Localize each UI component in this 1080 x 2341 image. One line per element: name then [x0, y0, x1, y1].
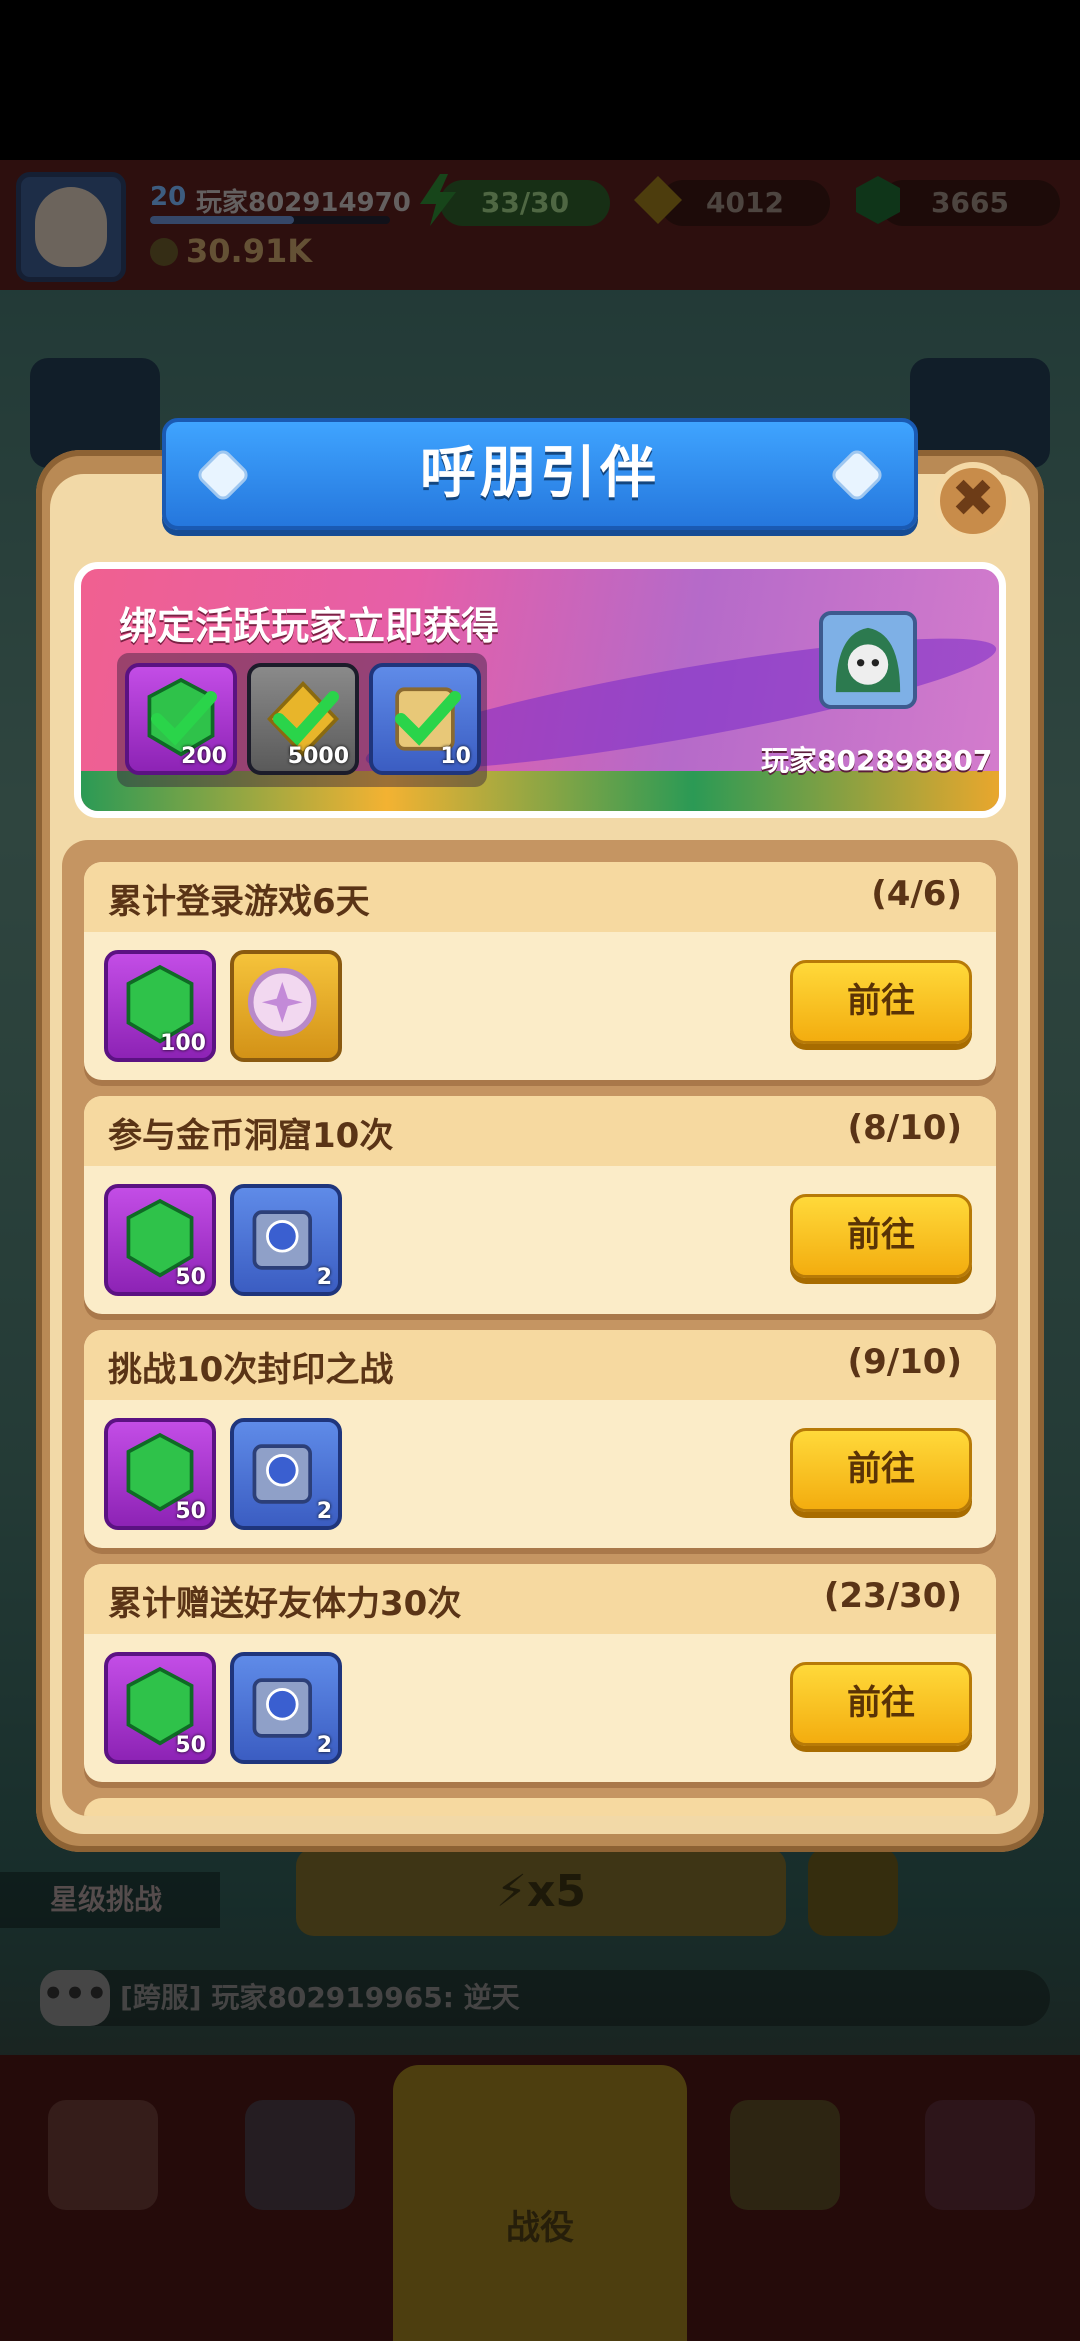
task-row: 累计赠送好友体力30次 (23/30) 50 2 前往 [84, 1564, 996, 1782]
task-progress: (8/10) [847, 1108, 962, 1148]
task-row: 累计登录游戏6天 (4/6) 100 前往 [84, 862, 996, 1080]
dialog-title: 呼朋引伴 [420, 441, 660, 506]
bind-reward-banner: 绑定活跃玩家立即获得 200 5000 10 玩家802898807 [74, 562, 1006, 818]
bound-player-name: 玩家802898807 [761, 744, 993, 777]
next-task-row-partial [84, 1798, 996, 1816]
go-button[interactable]: 前往 [790, 1662, 972, 1746]
check-icon [151, 691, 217, 746]
go-button[interactable]: 前往 [790, 1428, 972, 1512]
task-progress: (4/6) [871, 874, 962, 914]
bound-player-avatar [819, 611, 917, 709]
task-name: 参与金币洞窟10次 [108, 1116, 394, 1156]
reward-gem[interactable]: 50 [104, 1184, 216, 1296]
reward-gem[interactable]: 50 [104, 1418, 216, 1530]
reward-mystery-chest[interactable]: 2 [230, 1652, 342, 1764]
bind-reward-gem: 200 [125, 663, 237, 775]
task-progress: (23/30) [823, 1576, 962, 1616]
task-list[interactable]: 累计登录游戏6天 (4/6) 100 前往 参与金币洞窟10次 (8/10) 5… [62, 840, 1018, 1816]
dialog-title-ribbon: 呼朋引伴 [162, 418, 918, 530]
reward-gem[interactable]: 100 [104, 950, 216, 1062]
go-button[interactable]: 前往 [790, 960, 972, 1044]
task-name: 挑战10次封印之战 [108, 1350, 394, 1390]
close-button[interactable]: ✖ [934, 462, 1012, 540]
game-screen: 20 玩家802914970 30.91K 33/30 4012 3665 星级… [0, 0, 1080, 2341]
go-button[interactable]: 前往 [790, 1194, 972, 1278]
check-icon [273, 691, 339, 746]
reward-coin[interactable] [230, 950, 342, 1062]
coin-icon [247, 967, 317, 1037]
task-row: 参与金币洞窟10次 (8/10) 50 2 前往 [84, 1096, 996, 1314]
reward-mystery-chest[interactable]: 2 [230, 1418, 342, 1530]
task-name: 累计赠送好友体力30次 [108, 1584, 462, 1624]
banner-headline: 绑定活跃玩家立即获得 [119, 604, 500, 648]
hooded-cat-icon [835, 627, 901, 693]
check-icon [395, 691, 461, 746]
task-row: 挑战10次封印之战 (9/10) 50 2 前往 [84, 1330, 996, 1548]
bind-rewards: 200 5000 10 [117, 653, 487, 787]
reward-gem[interactable]: 50 [104, 1652, 216, 1764]
bind-reward-gold: 5000 [247, 663, 359, 775]
task-progress: (9/10) [847, 1342, 962, 1382]
reward-mystery-chest[interactable]: 2 [230, 1184, 342, 1296]
bind-reward-scroll: 10 [369, 663, 481, 775]
task-name: 累计登录游戏6天 [108, 882, 370, 922]
